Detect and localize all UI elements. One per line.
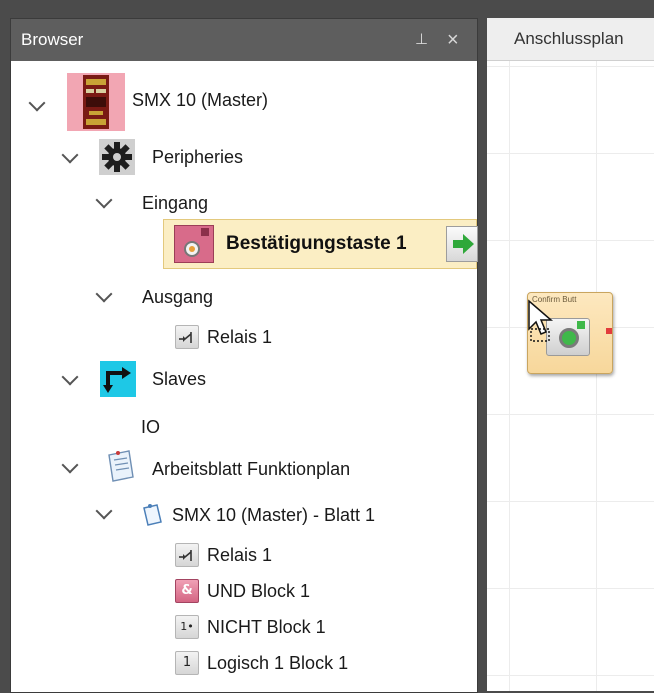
gear-icon <box>99 139 135 175</box>
anschlussplan-panel: Anschlussplan Confirm Butt <box>487 18 654 691</box>
device-board-icon <box>67 73 125 131</box>
tree-label-arbeitsblatt: Arbeitsblatt Funktionplan <box>152 459 351 479</box>
relay-contact-icon <box>175 325 199 349</box>
chevron-down-icon[interactable] <box>61 146 79 164</box>
tab-anschlussplan[interactable]: Anschlussplan <box>487 18 654 61</box>
tree-label-relais-out: Relais 1 <box>207 327 273 347</box>
status-indicator <box>577 321 585 329</box>
tree-item-relais-blatt[interactable]: Relais 1 <box>11 541 477 571</box>
tree-item-arbeitsblatt[interactable]: Arbeitsblatt Funktionplan <box>11 447 477 487</box>
sheet-icon <box>139 502 165 528</box>
arrow-right-icon[interactable] <box>446 226 478 262</box>
chevron-down-icon[interactable] <box>28 94 46 112</box>
browser-header: Browser ⊥ × <box>11 19 477 61</box>
mouse-cursor-icon <box>528 299 554 342</box>
slaves-arrow-icon <box>100 361 136 397</box>
tree-label-peripheries: Peripheries <box>152 147 244 167</box>
pushbutton-icon <box>174 225 214 263</box>
output-pin[interactable] <box>606 328 612 334</box>
tree-item-logisch-block[interactable]: 1 Logisch 1 Block 1 <box>11 649 477 679</box>
close-icon[interactable]: × <box>447 19 459 61</box>
button-ring <box>559 328 579 348</box>
tree-label-logisch-block: Logisch 1 Block 1 <box>207 653 349 673</box>
tree-label-nicht-block: NICHT Block 1 <box>207 617 326 637</box>
chevron-down-icon[interactable] <box>95 191 113 209</box>
tree-label-blatt: SMX 10 (Master) - Blatt 1 <box>172 505 376 525</box>
tree-item-eingang[interactable]: Eingang <box>11 189 477 219</box>
pin-icon[interactable]: ⊥ <box>415 19 428 61</box>
chevron-down-icon[interactable] <box>61 456 79 474</box>
tab-label: Anschlussplan <box>514 29 624 48</box>
tree-label-eingang: Eingang <box>142 193 209 213</box>
tree-item-relais-out[interactable]: Relais 1 <box>11 323 477 353</box>
browser-title: Browser <box>21 30 84 49</box>
tree-label-relais-blatt: Relais 1 <box>207 545 273 565</box>
tree-item-bestaetigungstaste[interactable]: Bestätigungstaste 1 <box>163 219 478 269</box>
tree-item-blatt[interactable]: SMX 10 (Master) - Blatt 1 <box>11 499 477 533</box>
tree-item-und-block[interactable]: & UND Block 1 <box>11 577 477 607</box>
relay-contact-icon <box>175 543 199 567</box>
logic-one-icon: 1 <box>175 651 199 675</box>
tree-item-master[interactable]: SMX 10 (Master) <box>11 73 477 133</box>
chevron-down-icon[interactable] <box>95 285 113 303</box>
tree-label-ausgang: Ausgang <box>142 287 214 307</box>
not-gate-icon: 1• <box>175 615 199 639</box>
diagram-canvas[interactable]: Confirm Butt <box>487 61 654 691</box>
tree-item-io[interactable]: IO <box>11 413 477 443</box>
and-gate-icon: & <box>175 579 199 603</box>
browser-tree: SMX 10 (Master) Peripheries Eingang Best… <box>11 61 478 692</box>
tree-item-nicht-block[interactable]: 1• NICHT Block 1 <box>11 613 477 643</box>
worksheet-icon <box>103 449 137 485</box>
chevron-down-icon[interactable] <box>95 502 113 520</box>
tree-label-und-block: UND Block 1 <box>207 581 311 601</box>
tree-label-slaves: Slaves <box>152 369 207 389</box>
tree-item-ausgang[interactable]: Ausgang <box>11 283 477 313</box>
tree-item-peripheries[interactable]: Peripheries <box>11 139 477 177</box>
tree-label-bestaetigungstaste: Bestätigungstaste 1 <box>226 233 407 254</box>
tree-label-master: SMX 10 (Master) <box>132 90 269 110</box>
tree-item-slaves[interactable]: Slaves <box>11 361 477 401</box>
browser-panel: Browser ⊥ × SMX 10 (Master) Peripheries … <box>10 18 478 693</box>
chevron-down-icon[interactable] <box>61 368 79 386</box>
tree-label-io: IO <box>141 417 161 437</box>
